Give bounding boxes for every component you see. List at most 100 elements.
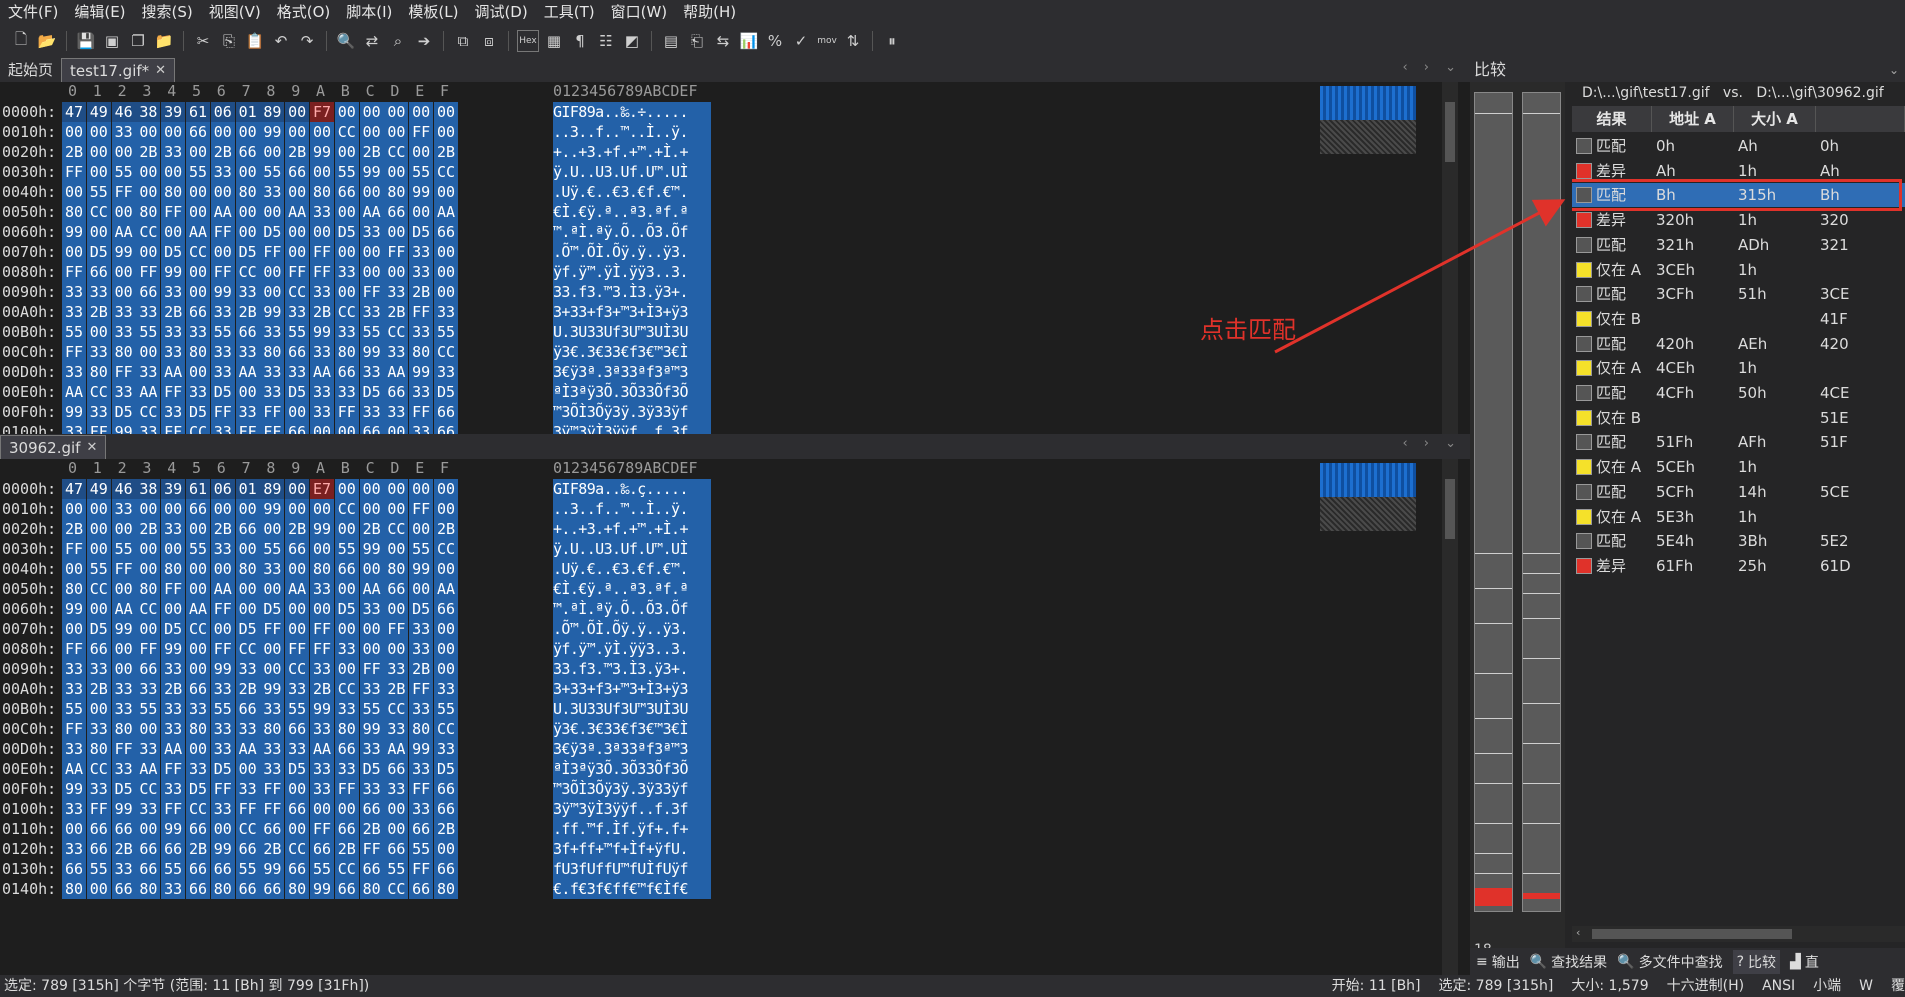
ascii-text[interactable]: €Ì.€ÿ.ª..ª3.ªf.ª [553, 579, 711, 599]
hex-byte[interactable]: 00 [409, 202, 434, 222]
scroll-thumb[interactable] [1592, 929, 1792, 939]
hex-byte[interactable]: FF [210, 222, 235, 242]
percent-icon[interactable]: % [764, 30, 786, 52]
hex-byte[interactable]: D5 [285, 382, 310, 402]
compare-row[interactable]: 匹配 3CFh 51h 3CE [1572, 282, 1905, 306]
hex-byte[interactable]: 00 [136, 619, 161, 639]
disassembler-icon[interactable]: mov [816, 30, 838, 52]
hex-byte[interactable]: 33 [210, 739, 235, 759]
hex-byte[interactable]: 00 [384, 819, 409, 839]
hex-byte[interactable]: 80 [409, 719, 434, 739]
hex-byte[interactable]: 00 [210, 499, 235, 519]
hex-byte[interactable]: 99 [62, 779, 86, 799]
hex-byte[interactable]: 00 [260, 282, 285, 302]
hex-byte[interactable]: 00 [310, 222, 334, 242]
hex-byte[interactable]: 00 [186, 142, 210, 162]
hex-byte[interactable]: 00 [434, 122, 458, 142]
hex-byte[interactable]: AA [235, 739, 260, 759]
hex-byte[interactable]: 80 [86, 739, 111, 759]
hex-byte[interactable]: 33 [409, 382, 434, 402]
hex-byte[interactable]: 00 [136, 342, 161, 362]
hex-byte[interactable]: CC [136, 402, 161, 422]
hex-byte[interactable]: 00 [186, 182, 210, 202]
hex-byte[interactable]: 00 [186, 659, 210, 679]
hex-byte[interactable]: 00 [359, 102, 384, 122]
hex-byte[interactable]: 00 [434, 499, 458, 519]
hex-byte[interactable]: FF [310, 262, 334, 282]
hex-byte[interactable]: FF [409, 679, 434, 699]
hex-byte[interactable]: AA [285, 579, 310, 599]
hex-byte[interactable]: 33 [62, 422, 86, 434]
hex-byte[interactable]: 61 [186, 479, 210, 499]
hex-byte[interactable]: 00 [334, 422, 359, 434]
hex-byte[interactable]: 33 [62, 799, 86, 819]
compare-row[interactable]: 匹配 5CFh 14h 5CE [1572, 480, 1905, 504]
hex-byte[interactable]: 2B [359, 142, 384, 162]
hex-byte[interactable]: 99 [310, 142, 334, 162]
hex-byte[interactable]: FF [310, 639, 334, 659]
hex-byte[interactable]: 00 [260, 142, 285, 162]
hex-byte[interactable]: 00 [310, 539, 334, 559]
hex-byte[interactable]: 33 [111, 859, 136, 879]
ascii-text[interactable]: 3€ÿ3ª.3ª33ªf3ª™3 [553, 362, 711, 382]
hex-byte[interactable]: 66 [384, 579, 409, 599]
hex-byte[interactable]: AA [186, 599, 210, 619]
hex-byte[interactable]: AA [136, 382, 161, 402]
hex-byte[interactable]: FF [285, 639, 310, 659]
hex-byte[interactable]: 00 [260, 659, 285, 679]
hex-byte[interactable]: CC [334, 859, 359, 879]
hex-byte[interactable]: 06 [210, 479, 235, 499]
hex-byte[interactable]: 33 [161, 719, 186, 739]
hex-byte[interactable]: 33 [161, 142, 186, 162]
hex-byte[interactable]: 66 [434, 402, 458, 422]
hex-byte[interactable]: FF [409, 122, 434, 142]
hex-byte[interactable]: 00 [384, 799, 409, 819]
hex-byte[interactable]: AA [62, 382, 86, 402]
hex-byte[interactable]: 33 [136, 799, 161, 819]
hex-byte[interactable]: 00 [111, 579, 136, 599]
hex-byte[interactable]: 00 [310, 599, 334, 619]
hex-byte[interactable]: 33 [260, 322, 285, 342]
hex-byte[interactable]: 66 [285, 162, 310, 182]
hex-byte[interactable]: 00 [384, 422, 409, 434]
hex-byte[interactable]: D5 [111, 779, 136, 799]
hex-byte[interactable]: CC [235, 639, 260, 659]
hex-byte[interactable]: 66 [434, 222, 458, 242]
hex-byte[interactable]: 00 [285, 222, 310, 242]
hex-byte[interactable]: 80 [62, 579, 86, 599]
hex-byte[interactable]: 66 [384, 759, 409, 779]
hex-byte[interactable]: 2B [409, 282, 434, 302]
hex-byte[interactable]: D5 [235, 619, 260, 639]
hex-byte[interactable]: 99 [409, 362, 434, 382]
hex-byte[interactable]: 99 [111, 619, 136, 639]
hex-byte[interactable]: 2B [409, 659, 434, 679]
hex-byte[interactable]: 99 [359, 162, 384, 182]
hex-byte[interactable]: 55 [359, 322, 384, 342]
hex-byte[interactable]: 33 [285, 302, 310, 322]
hex-byte[interactable]: 33 [86, 282, 111, 302]
checksum-icon[interactable]: ✓ [790, 30, 812, 52]
compare-row[interactable]: 仅在 A 3CEh 1h [1572, 258, 1905, 282]
hex-byte[interactable]: AA [434, 579, 458, 599]
hex-byte[interactable]: 00 [359, 242, 384, 262]
hex-byte[interactable]: CC [86, 759, 111, 779]
hex-byte[interactable]: 99 [161, 639, 186, 659]
hex-byte[interactable]: 00 [434, 262, 458, 282]
hex-byte[interactable]: 00 [86, 142, 111, 162]
hex-byte[interactable]: 00 [136, 559, 161, 579]
hex-byte[interactable]: 00 [334, 142, 359, 162]
hex-byte[interactable]: 00 [310, 799, 334, 819]
hex-byte[interactable]: 00 [86, 699, 111, 719]
hex-byte[interactable]: AA [186, 222, 210, 242]
ascii-text[interactable]: ÿ3€.3€33€f3€™3€Ì [553, 342, 711, 362]
hex-byte[interactable]: FF [62, 162, 86, 182]
hex-byte[interactable]: AA [210, 579, 235, 599]
bottom-tab[interactable]: ▟ 直 [1790, 952, 1819, 972]
hex-byte[interactable]: 00 [384, 222, 409, 242]
hex-byte[interactable]: 66 [186, 879, 210, 899]
hex-byte[interactable]: FF [260, 779, 285, 799]
hex-byte[interactable]: 00 [111, 639, 136, 659]
hex-byte[interactable]: 00 [111, 202, 136, 222]
hex-byte[interactable]: 33 [210, 679, 235, 699]
hex-byte[interactable]: 99 [210, 282, 235, 302]
